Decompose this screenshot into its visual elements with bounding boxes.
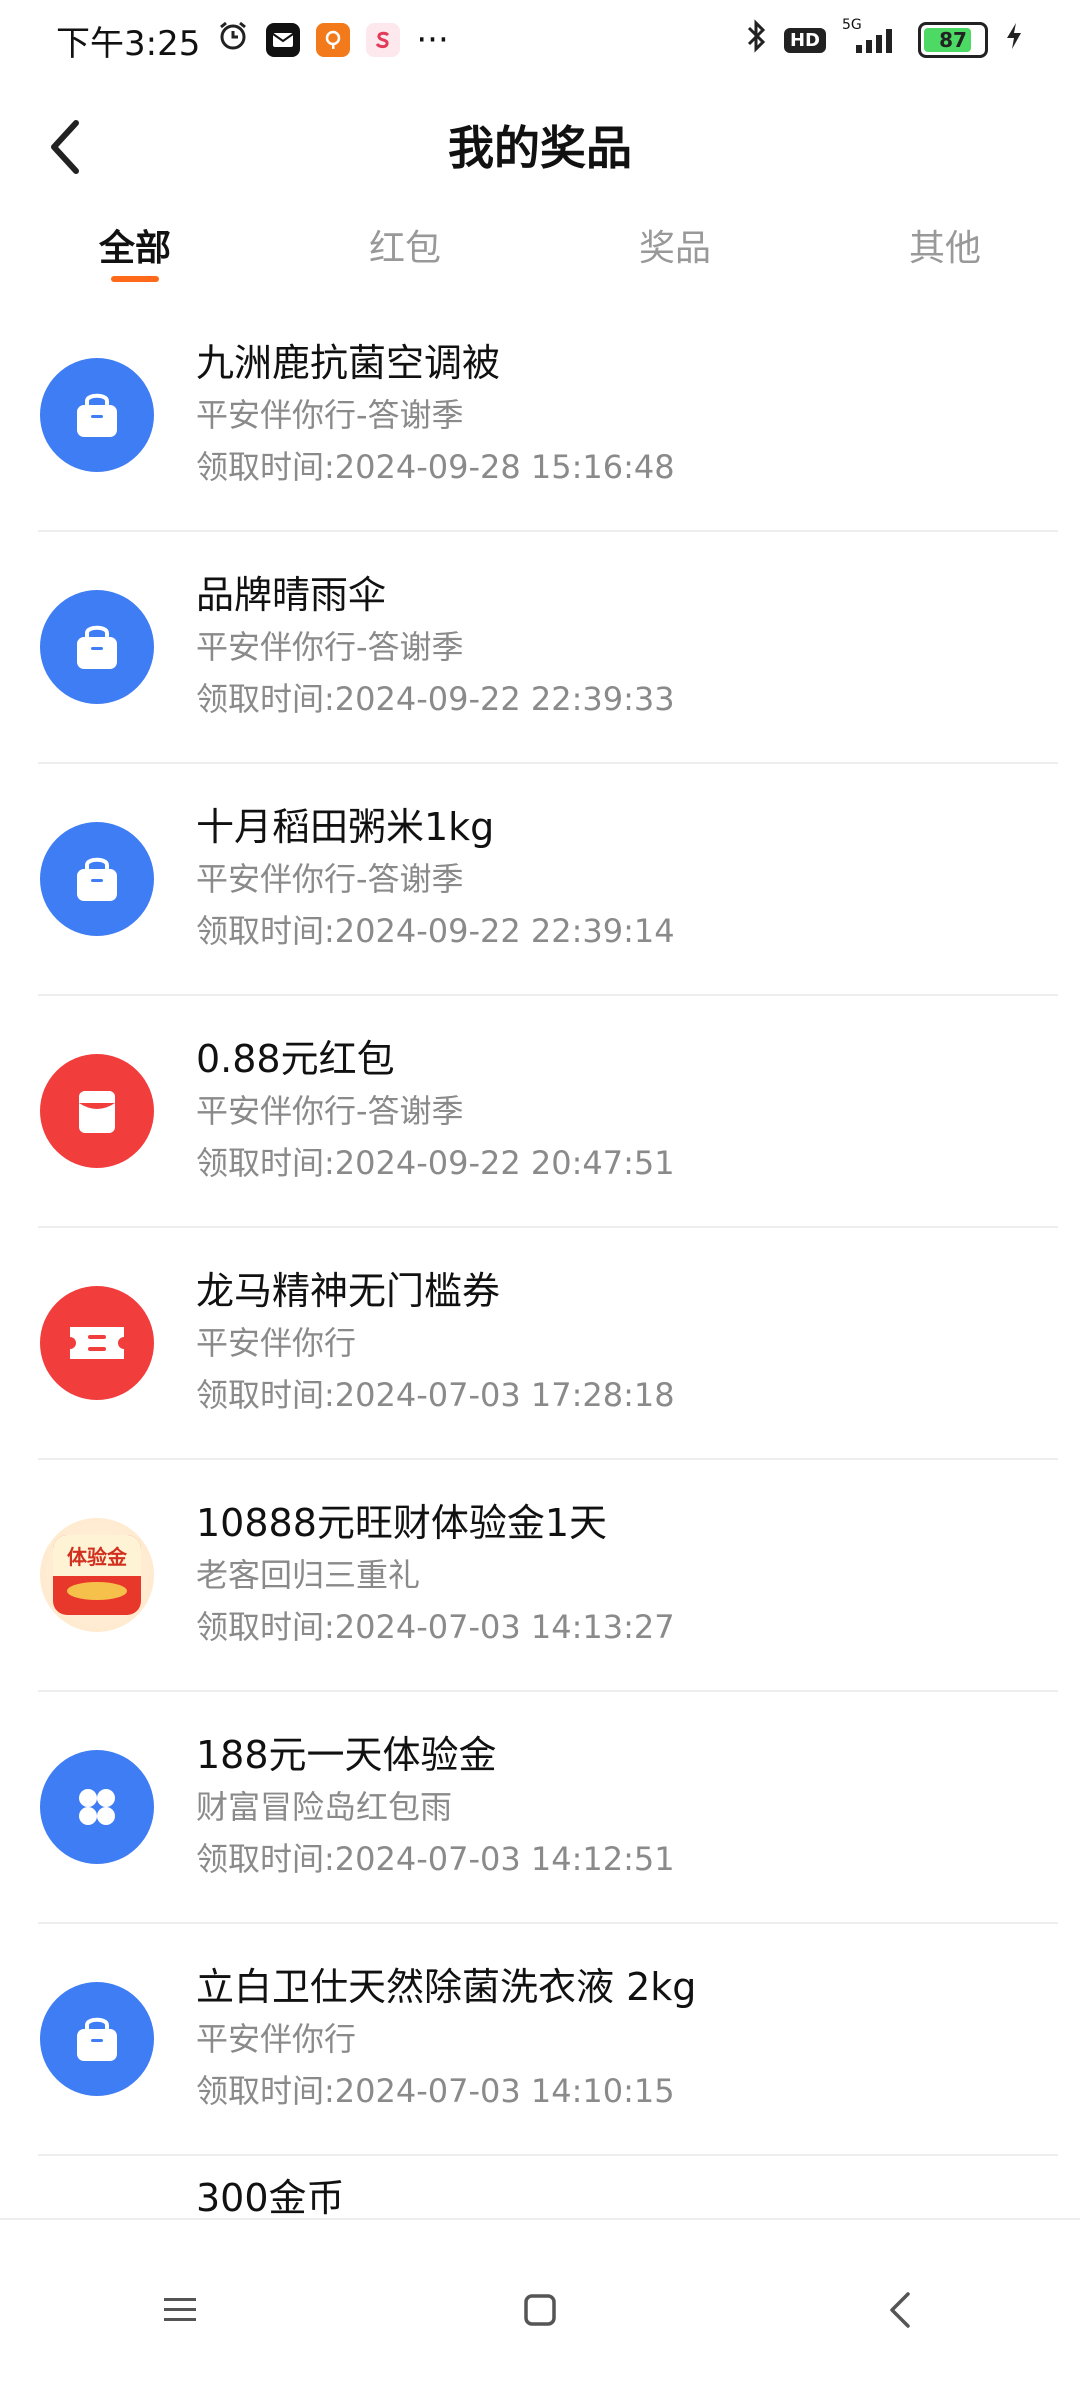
prize-item[interactable]: 十月稻田粥米1kg 平安伴你行-答谢季 领取时间:2024-09-22 22:3… bbox=[38, 764, 1058, 996]
prize-time: 领取时间:2024-09-22 22:39:33 bbox=[196, 680, 675, 718]
bluetooth-icon bbox=[746, 18, 768, 62]
question-app-icon bbox=[316, 23, 351, 57]
tab-other[interactable]: 其他 bbox=[810, 200, 1080, 290]
prize-source: 财富冒险岛红包雨 bbox=[196, 1788, 453, 1826]
prize-item[interactable]: 品牌晴雨伞 平安伴你行-答谢季 领取时间:2024-09-22 22:39:33 bbox=[38, 532, 1058, 764]
prize-source: 平安伴你行 bbox=[196, 1324, 357, 1362]
alarm-icon bbox=[216, 19, 250, 62]
prize-name: 188元一天体验金 bbox=[196, 1733, 497, 1777]
chevron-left-icon bbox=[51, 120, 79, 174]
prize-time: 领取时间:2024-07-03 14:10:15 bbox=[196, 2072, 675, 2110]
prize-name: 品牌晴雨伞 bbox=[196, 573, 387, 617]
prize-text: 188元一天体验金 财富冒险岛红包雨 领取时间:2024-07-03 14:12… bbox=[196, 1729, 675, 1885]
status-left: 下午3:25 ··· bbox=[56, 16, 449, 65]
prize-icon: 体验金 bbox=[40, 1518, 154, 1632]
prize-list: 九洲鹿抗菌空调被 平安伴你行-答谢季 领取时间:2024-09-28 15:16… bbox=[38, 300, 1058, 2220]
prize-time: 领取时间:2024-07-03 14:13:27 bbox=[196, 1608, 675, 1646]
prize-time: 领取时间:2024-07-03 14:12:51 bbox=[196, 1840, 675, 1878]
four-petal-icon bbox=[79, 1789, 115, 1825]
prize-name: 10888元旺财体验金1天 bbox=[196, 1501, 608, 1545]
battery-level: 87 bbox=[939, 28, 967, 52]
prize-source: 平安伴你行-答谢季 bbox=[196, 628, 464, 666]
tab-label: 全部 bbox=[98, 228, 171, 269]
mail-app-icon bbox=[266, 23, 301, 57]
shopping-bag-icon bbox=[77, 2017, 117, 2061]
prize-text: 立白卫仕天然除菌洗衣液 2kg 平安伴你行 领取时间:2024-07-03 14… bbox=[196, 1961, 696, 2117]
red-envelope-icon bbox=[79, 1091, 115, 1133]
tab-prizes[interactable]: 奖品 bbox=[540, 200, 810, 290]
prize-source: 平安伴你行-答谢季 bbox=[196, 396, 464, 434]
prize-source: 平安伴你行-答谢季 bbox=[196, 1092, 464, 1130]
prize-text: 品牌晴雨伞 平安伴你行-答谢季 领取时间:2024-09-22 22:39:33 bbox=[196, 569, 675, 725]
more-dots-icon: ··· bbox=[416, 20, 449, 60]
shopping-bag-icon bbox=[77, 857, 117, 901]
prize-time: 领取时间:2024-09-22 22:39:14 bbox=[196, 912, 675, 950]
prize-item[interactable]: 龙马精神无门槛券 平安伴你行 领取时间:2024-07-03 17:28:18 bbox=[38, 1228, 1058, 1460]
tab-label: 奖品 bbox=[638, 228, 711, 269]
tab-label: 其他 bbox=[908, 228, 981, 269]
prize-name: 十月稻田粥米1kg bbox=[196, 805, 495, 849]
prize-source: 老客回归三重礼 bbox=[196, 1556, 421, 1594]
prize-item[interactable]: 0.88元红包 平安伴你行-答谢季 领取时间:2024-09-22 20:47:… bbox=[38, 996, 1058, 1228]
trial-gold-icon: 体验金 bbox=[53, 1535, 141, 1615]
tab-bar: 全部 红包 奖品 其他 bbox=[0, 200, 1080, 290]
active-tab-indicator bbox=[111, 276, 159, 282]
status-bar: 下午3:25 ··· HD 5G 87 bbox=[0, 0, 1080, 80]
prize-name: 九洲鹿抗菌空调被 bbox=[196, 341, 501, 385]
back-triangle-icon bbox=[890, 2292, 910, 2328]
coupon-ticket-icon bbox=[70, 1327, 124, 1359]
prize-icon bbox=[40, 1982, 154, 2096]
page-title: 我的奖品 bbox=[448, 121, 632, 175]
prize-text: 十月稻田粥米1kg 平安伴你行-答谢季 领取时间:2024-09-22 22:3… bbox=[196, 801, 675, 957]
menu-icon bbox=[164, 2298, 196, 2321]
tab-label: 红包 bbox=[368, 228, 441, 269]
prize-item[interactable]: 300金币 bbox=[38, 2156, 1058, 2220]
gold-coins-decoration bbox=[67, 1582, 127, 1600]
system-nav-bar bbox=[0, 2218, 1080, 2400]
prize-time: 领取时间:2024-09-22 20:47:51 bbox=[196, 1144, 675, 1182]
tab-red-packet[interactable]: 红包 bbox=[270, 200, 540, 290]
prize-time: 领取时间:2024-07-03 17:28:18 bbox=[196, 1376, 675, 1414]
prize-icon bbox=[40, 590, 154, 704]
prize-text: 龙马精神无门槛券 平安伴你行 领取时间:2024-07-03 17:28:18 bbox=[196, 1265, 675, 1421]
prize-icon bbox=[40, 358, 154, 472]
prize-icon bbox=[40, 1054, 154, 1168]
signal-icon: 5G bbox=[842, 17, 902, 55]
system-back-button[interactable] bbox=[840, 2250, 960, 2370]
trial-gold-badge-text: 体验金 bbox=[53, 1535, 141, 1576]
prize-name: 龙马精神无门槛券 bbox=[196, 1269, 501, 1313]
top-header: 我的奖品 bbox=[0, 80, 1080, 210]
prize-icon bbox=[40, 1750, 154, 1864]
recent-apps-button[interactable] bbox=[120, 2250, 240, 2370]
prize-item[interactable]: 立白卫仕天然除菌洗衣液 2kg 平安伴你行 领取时间:2024-07-03 14… bbox=[38, 1924, 1058, 2156]
shopping-bag-icon bbox=[77, 625, 117, 669]
prize-item[interactable]: 188元一天体验金 财富冒险岛红包雨 领取时间:2024-07-03 14:12… bbox=[38, 1692, 1058, 1924]
status-time: 下午3:25 bbox=[56, 23, 201, 64]
prize-text: 九洲鹿抗菌空调被 平安伴你行-答谢季 领取时间:2024-09-28 15:16… bbox=[196, 337, 675, 493]
prize-icon bbox=[40, 822, 154, 936]
shopping-bag-icon bbox=[77, 393, 117, 437]
home-button[interactable] bbox=[480, 2250, 600, 2370]
tab-all[interactable]: 全部 bbox=[0, 200, 270, 290]
prize-name: 300金币 bbox=[196, 2176, 345, 2220]
prize-item[interactable]: 九洲鹿抗菌空调被 平安伴你行-答谢季 领取时间:2024-09-28 15:16… bbox=[38, 300, 1058, 532]
prize-name: 0.88元红包 bbox=[196, 1037, 395, 1081]
prize-text: 300金币 bbox=[196, 2172, 345, 2220]
battery-icon: 87 bbox=[918, 22, 988, 58]
prize-text: 10888元旺财体验金1天 老客回归三重礼 领取时间:2024-07-03 14… bbox=[196, 1497, 675, 1653]
prize-source: 平安伴你行 bbox=[196, 2020, 357, 2058]
home-square-icon bbox=[524, 2294, 556, 2326]
s-app-icon bbox=[366, 23, 401, 57]
hd-badge: HD bbox=[783, 27, 826, 53]
prize-source: 平安伴你行-答谢季 bbox=[196, 860, 464, 898]
charging-icon bbox=[1004, 20, 1024, 60]
prize-item[interactable]: 体验金 10888元旺财体验金1天 老客回归三重礼 领取时间:2024-07-0… bbox=[38, 1460, 1058, 1692]
prize-icon bbox=[40, 1286, 154, 1400]
status-right: HD 5G 87 bbox=[746, 17, 1024, 62]
network-label: 5G bbox=[842, 17, 862, 33]
prize-time: 领取时间:2024-09-28 15:16:48 bbox=[196, 448, 675, 486]
back-button[interactable] bbox=[44, 102, 134, 192]
prize-text: 0.88元红包 平安伴你行-答谢季 领取时间:2024-09-22 20:47:… bbox=[196, 1033, 675, 1189]
prize-name: 立白卫仕天然除菌洗衣液 2kg bbox=[196, 1965, 697, 2009]
